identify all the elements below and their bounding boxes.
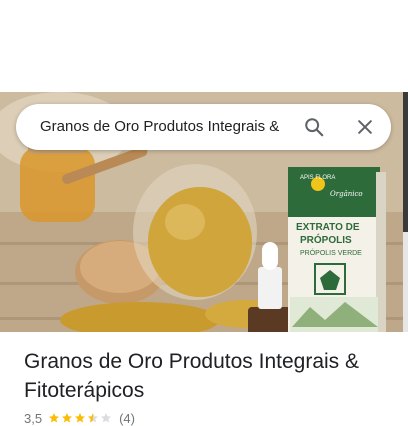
close-icon [358, 120, 372, 134]
box-title-line2: PRÓPOLIS [300, 233, 352, 246]
search-bar[interactable]: Granos de Oro Produtos Integrais & [16, 104, 391, 150]
box-title-line1: EXTRATO DE [296, 222, 360, 233]
box-brand-text: APIS FLORA [300, 175, 335, 181]
box-brand-sub-text: Orgânico [330, 190, 363, 198]
star-icon [101, 413, 112, 423]
blank-header-area [0, 0, 408, 92]
search-icon [305, 118, 324, 137]
box-subtitle: PRÓPOLIS VERDE [300, 248, 362, 257]
star-icon [49, 413, 60, 423]
scrollbar-thumb[interactable] [403, 92, 408, 232]
search-input[interactable]: Granos de Oro Produtos Integrais & [40, 104, 290, 150]
star-icon [62, 413, 73, 423]
search-button[interactable] [300, 113, 328, 141]
rating-stars [48, 412, 113, 424]
clear-search-button[interactable] [351, 113, 379, 141]
star-icon [75, 413, 86, 423]
star-icon [88, 413, 99, 423]
review-count[interactable]: (4) [119, 411, 135, 426]
place-title: Granos de Oro Produtos Integrais & Fitot… [24, 350, 360, 402]
rating-number: 3,5 [24, 410, 43, 426]
